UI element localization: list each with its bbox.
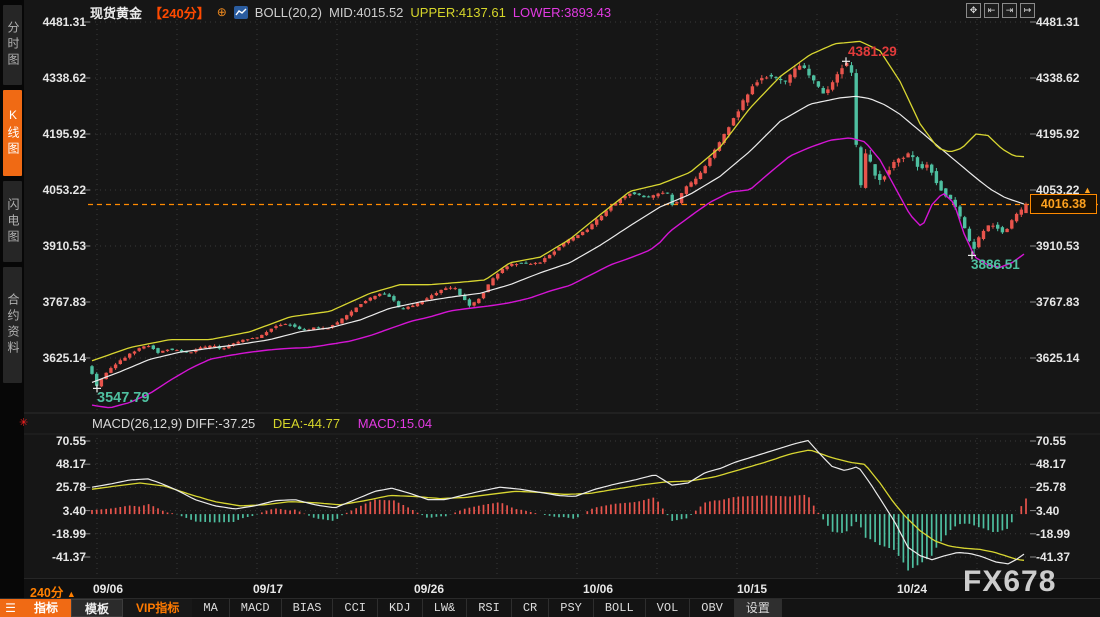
- date-label-09/17: 09/17: [252, 582, 284, 596]
- main-y-label-right: 3625.14: [1036, 351, 1080, 365]
- chart-tool-icons: ✥ ⇤ ⇥ ↦: [966, 3, 1035, 18]
- date-label-09/06: 09/06: [92, 582, 124, 596]
- macd-y-label-left: 70.55: [55, 434, 86, 448]
- macd-header: MACD(26,12,9) DIFF:-37.25 DEA:-44.77 MAC…: [92, 416, 432, 431]
- toolbar-item-MACD[interactable]: MACD: [230, 599, 282, 617]
- macd-y-label-left: 48.17: [55, 457, 86, 472]
- macd-diff-value: MACD(26,12,9) DIFF:-37.25: [92, 416, 256, 431]
- toolbar-item-KDJ[interactable]: KDJ: [378, 599, 423, 617]
- date-label-09/26: 09/26: [413, 582, 445, 596]
- price-arrow-icon: ▲: [1083, 185, 1092, 195]
- sidebar-tab-合约资料[interactable]: 合约资料: [3, 267, 22, 383]
- boll-upper-value: UPPER:4137.61: [410, 4, 506, 20]
- macd-y-label-left: 25.78: [55, 480, 86, 495]
- macd-value: MACD:15.04: [357, 416, 433, 431]
- date-label-10/24: 10/24: [896, 582, 928, 596]
- main-y-label-left: 4195.92: [42, 127, 86, 141]
- main-y-label-left: 4053.22: [42, 183, 86, 197]
- macd-y-label-left: -41.37: [51, 550, 86, 564]
- watermark: FX678: [963, 565, 1057, 598]
- main-y-label-left: 3625.14: [42, 351, 86, 365]
- trading-app: 分时图 K线图闪电图合约资料 ✳ 现货黄金 【240分】 ⊕ BOLL(20,2)…: [0, 0, 1100, 617]
- date-label-10/15: 10/15: [736, 582, 768, 596]
- start-low-price-label: 3547.79: [97, 390, 150, 406]
- macd-y-label-right: 3.40: [1036, 503, 1060, 518]
- sidebar-tab-K线图[interactable]: K线图: [3, 90, 22, 176]
- pan-icon[interactable]: ✥: [966, 3, 981, 18]
- macd-y-label-right: -41.37: [1036, 550, 1071, 564]
- menu-button[interactable]: ☰: [0, 599, 21, 617]
- chart-canvas[interactable]: [0, 0, 1100, 617]
- boll-mid-value: MID:4015.52: [328, 4, 404, 20]
- price-macd-chart[interactable]: [0, 0, 1100, 617]
- toolbar-item-LW&[interactable]: LW&: [423, 599, 468, 617]
- indicator-header: 现货黄金 【240分】 ⊕ BOLL(20,2) MID:4015.52 UPP…: [90, 3, 611, 21]
- main-y-label-left: 4338.62: [42, 70, 86, 85]
- current-price-badge: 4016.38: [1030, 194, 1097, 214]
- toolbar-item-CCI[interactable]: CCI: [333, 599, 379, 617]
- toolbar-item-MA[interactable]: MA: [192, 599, 230, 617]
- recent-low-price-label: 3886.51: [971, 257, 1020, 272]
- boll-lower-value: LOWER:3893.43: [512, 4, 612, 20]
- sidebar: 分时图 K线图闪电图合约资料: [0, 0, 24, 598]
- overlay-plus-icon[interactable]: ⊕: [217, 5, 227, 19]
- toolbar-item-VOL[interactable]: VOL: [646, 599, 691, 617]
- toolbar-tab-模板[interactable]: 模板: [71, 599, 124, 617]
- boll-params: BOLL(20,2): [254, 4, 322, 20]
- alert-dot-icon: ✳: [19, 417, 29, 429]
- toolbar-item-BIAS[interactable]: BIAS: [282, 599, 334, 617]
- toolbar-item-OBV[interactable]: OBV: [690, 599, 735, 617]
- fit-left-axis-icon[interactable]: ⇤: [984, 3, 999, 18]
- macd-y-label-right: 25.78: [1036, 480, 1067, 495]
- date-label-10/06: 10/06: [582, 582, 614, 596]
- fit-right-axis-icon[interactable]: ⇥: [1002, 3, 1017, 18]
- macd-y-label-right: 70.55: [1036, 434, 1067, 448]
- macd-y-label-left: -18.99: [51, 526, 86, 541]
- period-label[interactable]: 【240分】: [149, 3, 210, 22]
- main-y-label-right: 4481.31: [1036, 15, 1080, 29]
- toolbar-item-RSI[interactable]: RSI: [467, 599, 512, 617]
- toolbar-item-CR[interactable]: CR: [512, 599, 550, 617]
- bottom-toolbar: ☰ 指标 模板 VIP指标 MA MACD BIAS CCI KDJ LW& RSI CR PSY BO…: [0, 598, 1100, 617]
- main-y-label-right: 4195.92: [1036, 127, 1080, 141]
- main-y-label-left: 4481.31: [42, 15, 86, 29]
- macd-y-label-left: 3.40: [62, 503, 86, 518]
- main-y-label-right: 3910.53: [1036, 239, 1080, 253]
- toolbar-item-PSY[interactable]: PSY: [549, 599, 594, 617]
- toolbar-tab-VIP指标[interactable]: VIP指标: [123, 599, 193, 617]
- toolbar-item-BOLL[interactable]: BOLL: [594, 599, 646, 617]
- main-y-label-left: 3767.83: [42, 295, 86, 309]
- macd-dea-value: DEA:-44.77: [272, 416, 341, 431]
- sidebar-tab-闪电图[interactable]: 闪电图: [3, 181, 22, 262]
- symbol-name: 现货黄金: [90, 5, 143, 21]
- toolbar-tab-指标[interactable]: 指标: [21, 599, 72, 617]
- main-y-label-left: 3910.53: [42, 239, 86, 253]
- macd-y-label-right: -18.99: [1036, 526, 1071, 541]
- main-y-label-right: 3767.83: [1036, 295, 1080, 309]
- toolbar-item-设置[interactable]: 设置: [734, 599, 782, 617]
- shift-right-icon[interactable]: ↦: [1020, 3, 1035, 18]
- kline-icon: [233, 5, 248, 19]
- time-axis: 240分 ▲ 09/06 09/17 09/26 10/06 10/15 10/24: [0, 578, 1100, 600]
- peak-price-label: 4381.29: [848, 44, 897, 59]
- macd-y-label-right: 48.17: [1036, 457, 1067, 472]
- main-y-label-right: 4338.62: [1036, 70, 1080, 85]
- sidebar-tab-分时图[interactable]: 分时图: [3, 5, 22, 85]
